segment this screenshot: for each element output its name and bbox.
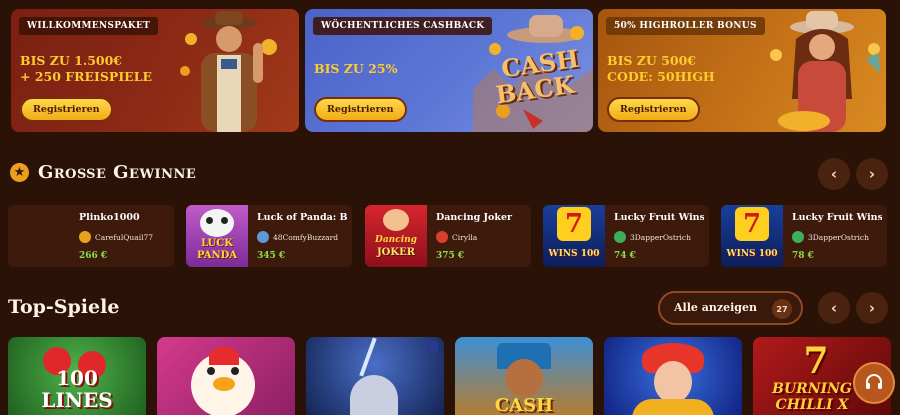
win-card[interactable]: 7 WINS 100 Lucky Fruit Wins 10 3DapperOs…	[721, 205, 887, 267]
win-game-name: Lucky Fruit Wins 10	[792, 212, 882, 223]
promo-code: CODE: 50HIGH	[607, 69, 715, 84]
thumb-text: Dancing	[375, 235, 417, 245]
game-thumbnail: 7 WINS 100	[721, 205, 783, 267]
headset-icon	[866, 374, 882, 389]
user-avatar-icon	[792, 231, 804, 243]
win-game-name: Plinko1000	[79, 212, 140, 223]
win-amount: 74 €	[614, 251, 636, 261]
win-amount: 345 €	[257, 251, 286, 261]
promo-headline: BIS ZU 1.500€	[20, 53, 123, 68]
win-username: CarefulQuail77	[95, 233, 154, 242]
cowgirl-illustration	[770, 11, 880, 132]
game-tile[interactable]	[306, 337, 444, 415]
game-tile[interactable]	[157, 337, 295, 415]
thumb-text: WINS 100	[548, 249, 600, 259]
promo-banner-cashback[interactable]: CASH BACK WÖCHENTLICHES CASHBACK BIS ZU …	[305, 9, 593, 132]
win-username: 3DapperOstrich	[808, 233, 869, 242]
win-username: Cirylla	[452, 233, 478, 242]
win-username: 48ComfyBuzzard	[273, 233, 339, 242]
big-wins-prev-button[interactable]: ‹	[818, 158, 850, 190]
big-wins-next-button[interactable]: ›	[856, 158, 888, 190]
promo-banner-welcome[interactable]: WILLKOMMENSPAKET BIS ZU 1.500€ + 250 FRE…	[11, 9, 299, 132]
win-amount: 78 €	[792, 251, 814, 261]
register-button[interactable]: Registrieren	[20, 97, 113, 122]
promo-tag: 50% HIGHROLLER BONUS	[606, 17, 765, 35]
chevron-right-icon: ›	[868, 299, 876, 317]
promo-banners: WILLKOMMENSPAKET BIS ZU 1.500€ + 250 FRE…	[11, 9, 886, 132]
user-avatar-icon	[436, 231, 448, 243]
game-thumbnail: LUCK PANDA	[186, 205, 248, 267]
win-game-name: Lucky Fruit Wins 10	[614, 212, 704, 223]
game-tile[interactable]	[604, 337, 742, 415]
win-username: 3DapperOstrich	[630, 233, 691, 242]
promo-banner-highroller[interactable]: 50% HIGHROLLER BONUS BIS ZU 500€ CODE: 5…	[598, 9, 886, 132]
cowboy-illustration	[180, 11, 277, 132]
game-thumbnail: Dancing JOKER	[365, 205, 427, 267]
win-game-name: Luck of Panda: Bon	[257, 212, 347, 223]
user-avatar-icon	[79, 231, 91, 243]
win-card[interactable]: LUCK PANDA Luck of Panda: Bon 48ComfyBuz…	[186, 205, 352, 267]
chevron-left-icon: ‹	[830, 299, 838, 317]
game-tile[interactable]: CASH	[455, 337, 593, 415]
thumb-text: LUCK	[201, 238, 233, 249]
star-icon: ★	[10, 163, 29, 182]
thumb-text: JOKER	[376, 247, 416, 258]
game-thumbnail: 7 WINS 100	[543, 205, 605, 267]
win-game-name: Dancing Joker	[436, 212, 513, 223]
win-card[interactable]: Plinko1000 CarefulQuail77 266 €	[8, 205, 174, 267]
win-card[interactable]: 7 WINS 100 Lucky Fruit Wins 10 3DapperOs…	[543, 205, 709, 267]
promo-headline: BIS ZU 500€	[607, 53, 696, 68]
promo-tag: WILLKOMMENSPAKET	[19, 17, 159, 35]
show-all-label: Alle anzeigen	[674, 301, 757, 314]
top-games-prev-button[interactable]: ‹	[818, 292, 850, 324]
thumb-text: PANDA	[196, 250, 238, 261]
promo-tag: WÖCHENTLICHES CASHBACK	[313, 17, 493, 35]
game-tile-title: 100 LINES	[41, 366, 113, 412]
register-button[interactable]: Registrieren	[607, 97, 700, 122]
win-card[interactable]: Dancing JOKER Dancing Joker Cirylla 375 …	[365, 205, 531, 267]
promo-headline: BIS ZU 25%	[314, 61, 398, 76]
chevron-left-icon: ‹	[830, 165, 838, 183]
game-tile[interactable]: 100 LINES	[8, 337, 146, 415]
win-amount: 375 €	[436, 251, 465, 261]
show-all-button[interactable]: Alle anzeigen 27	[658, 291, 803, 325]
win-amount: 266 €	[79, 251, 108, 261]
top-games-title: Top-Spiele	[8, 296, 120, 318]
user-avatar-icon	[614, 231, 626, 243]
promo-subline: + 250 FREISPIELE	[20, 69, 153, 84]
show-all-count-badge: 27	[772, 299, 792, 319]
casino-page: WILLKOMMENSPAKET BIS ZU 1.500€ + 250 FRE…	[0, 0, 900, 415]
thumb-text: WINS 100	[726, 249, 778, 259]
game-tile-title: BURNING CHILLI X	[772, 381, 852, 413]
support-chat-button[interactable]	[853, 362, 895, 404]
register-button[interactable]: Registrieren	[314, 97, 407, 122]
game-tile-title: CASH	[494, 395, 554, 415]
big-wins-title: Große Gewinne	[38, 162, 197, 183]
chevron-right-icon: ›	[868, 165, 876, 183]
user-avatar-icon	[257, 231, 269, 243]
top-games-next-button[interactable]: ›	[856, 292, 888, 324]
